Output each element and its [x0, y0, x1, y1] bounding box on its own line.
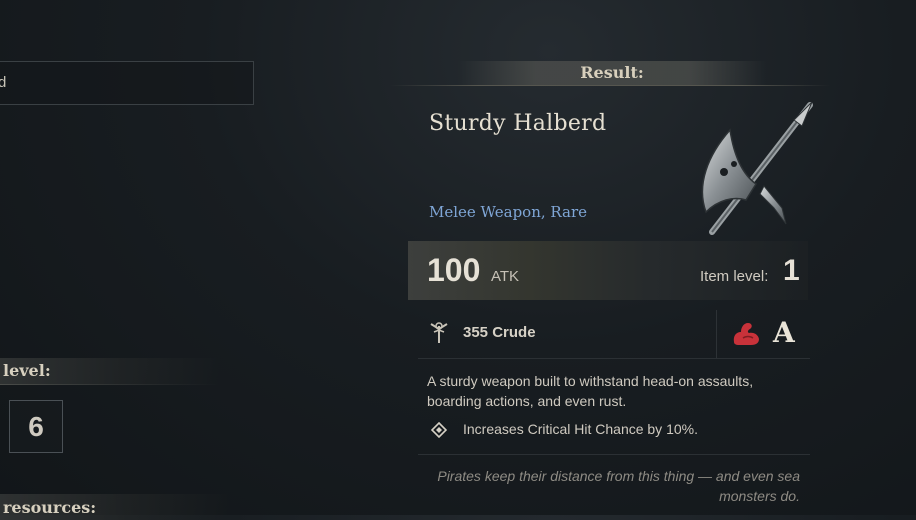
recipe-name-text: d	[0, 74, 7, 91]
resources-section-header: resources:	[0, 494, 230, 520]
recipe-name-field[interactable]: d	[0, 61, 254, 105]
level-option-value: 6	[28, 411, 44, 442]
item-description: A sturdy weapon built to withstand head-…	[427, 373, 754, 409]
perk-text: Increases Critical Hit Chance by 10%.	[463, 421, 698, 437]
level-section-header: level:	[0, 358, 220, 384]
description-divider	[418, 358, 810, 359]
result-divider	[390, 85, 830, 86]
result-header: Result:	[458, 61, 766, 85]
halberd-icon	[701, 101, 813, 235]
item-level-value: 1	[783, 254, 800, 287]
flavor-text: Pirates keep their distance from this th…	[437, 468, 800, 504]
attack-label: ATK	[491, 268, 520, 285]
scaling-grade: A	[773, 316, 795, 349]
attack-value: 100	[427, 252, 481, 288]
resources-section-label: resources:	[3, 498, 97, 517]
muscle-strength-icon	[733, 323, 759, 345]
level-section-label: level:	[3, 361, 51, 380]
crude-resource-value: 355 Crude	[463, 324, 536, 341]
level-option[interactable]: 6	[9, 400, 63, 453]
item-level-label: Item level:	[700, 268, 769, 285]
crude-resource-icon	[430, 322, 448, 343]
flavor-divider	[418, 454, 810, 455]
diamond-bullet-icon	[431, 422, 447, 438]
result-header-label: Result:	[580, 63, 644, 82]
item-name: Sturdy Halberd	[429, 111, 607, 136]
grade-divider	[716, 310, 717, 358]
level-divider	[0, 384, 220, 385]
item-type: Melee Weapon, Rare	[429, 203, 588, 221]
